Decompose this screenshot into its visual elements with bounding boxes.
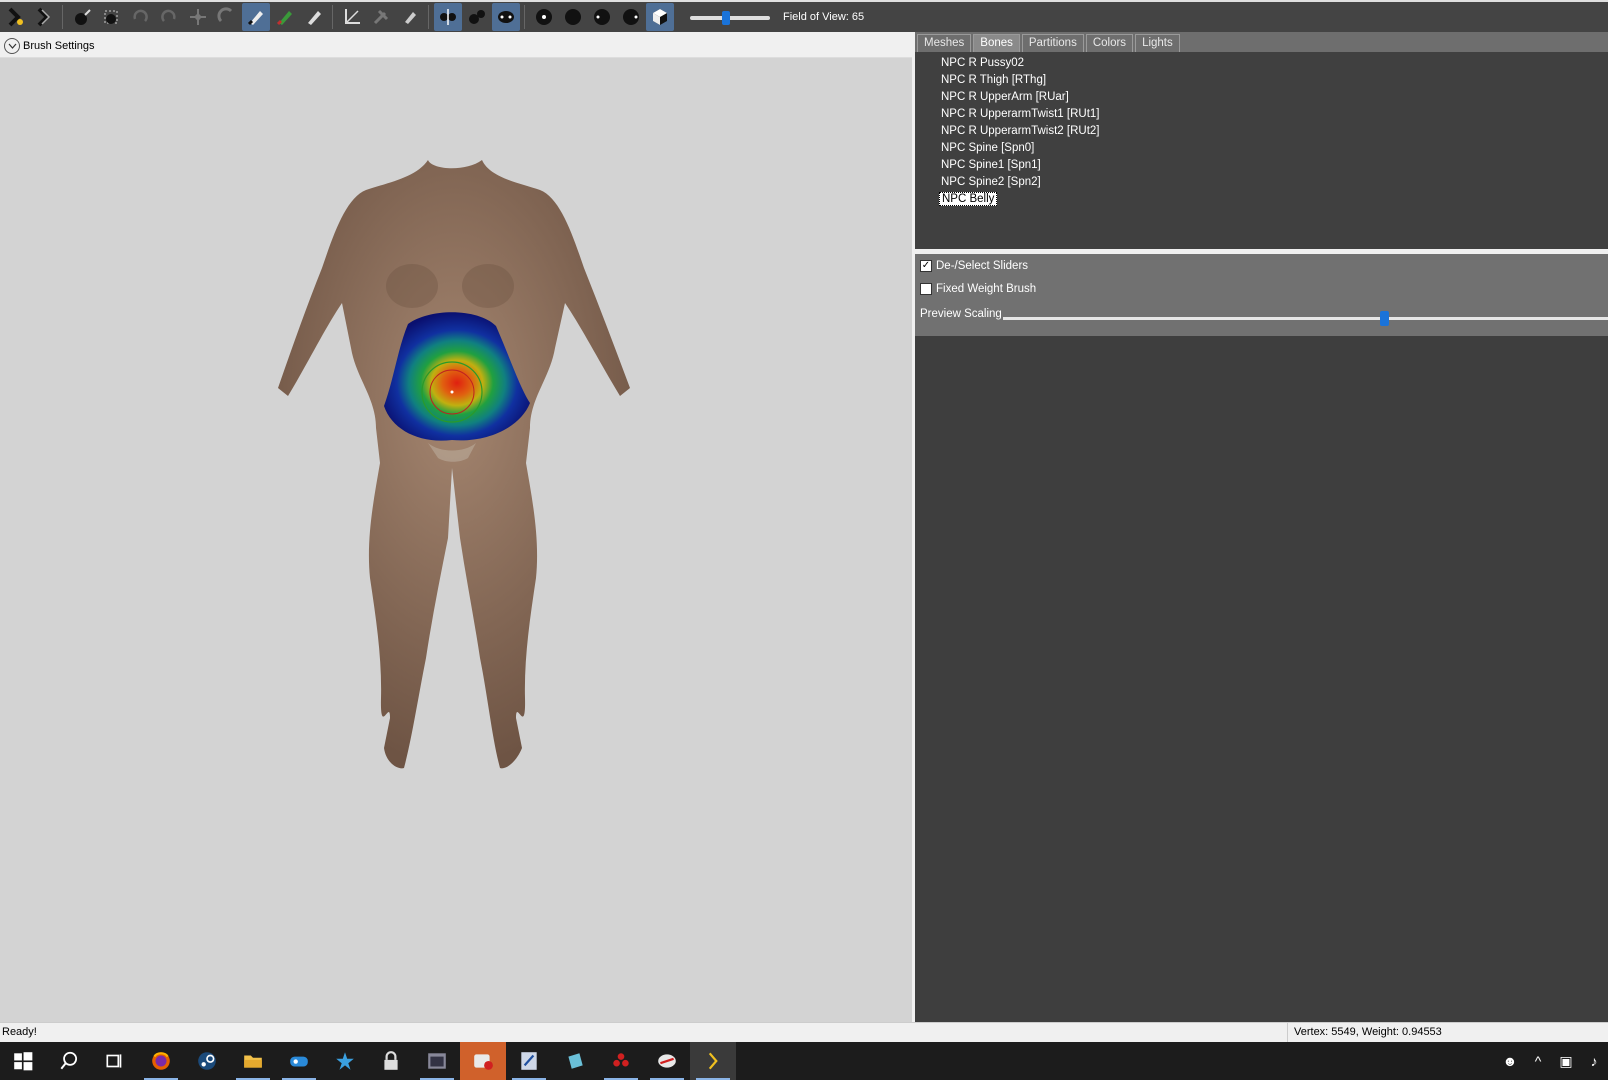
app-window-icon[interactable] (414, 1042, 460, 1080)
fov-slider-thumb[interactable] (722, 11, 730, 25)
fixed-weight-label: Fixed Weight Brush (936, 283, 1037, 295)
bone-label: NPC Spine [Spn0] (941, 142, 1035, 154)
fov-label: Field of View: 65 (783, 11, 865, 23)
preview-scaling-slider[interactable] (1003, 311, 1608, 326)
transform-tool-icon[interactable] (338, 3, 366, 31)
app-brain-icon[interactable] (644, 1042, 690, 1080)
brush-settings-toggle[interactable]: Brush Settings (0, 34, 912, 58)
show-cube-icon[interactable] (645, 3, 674, 31)
show-masks-icon[interactable] (617, 3, 645, 31)
color-brush-icon[interactable] (271, 3, 299, 31)
alpha-brush-icon[interactable] (300, 3, 328, 31)
main-toolbar: Field of View: 65 (0, 0, 1608, 32)
file-explorer-icon[interactable] (230, 1042, 276, 1080)
volume-icon[interactable]: ♪ (1580, 1042, 1608, 1080)
select-tool-icon[interactable] (68, 3, 96, 31)
redo-icon[interactable] (155, 3, 183, 31)
tab-meshes[interactable]: Meshes (917, 34, 972, 52)
toolbar-separator (428, 5, 429, 29)
fov-slider[interactable] (690, 11, 770, 25)
bone-item[interactable]: NPC Spine1 [Spn1] (915, 157, 1608, 174)
app-cube-icon[interactable] (552, 1042, 598, 1080)
bones-list[interactable]: NPC R Pussy02 NPC R Thigh [RThg] NPC R U… (915, 52, 1608, 249)
outfit-studio-logo-icon[interactable] (1, 3, 29, 31)
bone-label: NPC R UpperarmTwist1 [RUt1] (941, 108, 1100, 120)
chevron-down-icon (4, 37, 20, 54)
rotate-tool-icon[interactable] (213, 3, 241, 31)
preview-scaling-thumb[interactable] (1380, 311, 1390, 326)
bone-item[interactable]: NPC Spine2 [Spn2] (915, 174, 1608, 191)
windows-taskbar: ☻ ^ ▣ ♪ (0, 1042, 1608, 1080)
app-molecule-icon[interactable] (598, 1042, 644, 1080)
show-textures-icon[interactable] (588, 3, 616, 31)
reference-logo-icon[interactable] (30, 3, 58, 31)
bone-label: NPC R UpperarmTwist2 [RUt2] (941, 125, 1100, 137)
toolbar-separator (524, 5, 525, 29)
toolbar-separator (332, 5, 333, 29)
right-panel: Meshes Bones Partitions Colors Lights NP… (915, 32, 1608, 1022)
brush-options: ✓ De-/Select Sliders Fixed Weight Brush … (915, 254, 1608, 336)
app-blue-icon[interactable] (276, 1042, 322, 1080)
tab-bones[interactable]: Bones (973, 34, 1020, 52)
bone-label: NPC R Pussy02 (941, 57, 1025, 69)
system-tray: ☻ ^ ▣ ♪ (1496, 1042, 1608, 1080)
task-view-icon[interactable] (92, 1042, 138, 1080)
bone-label: NPC Spine2 [Spn2] (941, 176, 1041, 188)
show-wireframe-icon[interactable] (530, 3, 558, 31)
app-notification-icon[interactable] (460, 1042, 506, 1080)
status-bar: Ready! Vertex: 5549, Weight: 0.94553 (0, 1022, 1608, 1043)
outfit-studio-taskbar-icon[interactable] (690, 1042, 736, 1080)
preview-scaling-label: Preview Scaling (920, 308, 1002, 320)
bone-label: NPC R Thigh [RThg] (941, 74, 1047, 86)
app-editor-icon[interactable] (506, 1042, 552, 1080)
global-brush-icon[interactable] (491, 3, 520, 31)
bone-item[interactable]: NPC R UpperArm [RUar] (915, 89, 1608, 106)
deselect-sliders-row[interactable]: ✓ De-/Select Sliders (920, 260, 1028, 272)
search-icon[interactable] (46, 1042, 92, 1080)
show-lighting-icon[interactable] (559, 3, 587, 31)
bone-item[interactable]: NPC Spine [Spn0] (915, 140, 1608, 157)
bone-label: NPC R UpperArm [RUar] (941, 91, 1069, 103)
toolbar-separator (62, 5, 63, 29)
connected-only-icon[interactable] (463, 3, 491, 31)
fixed-weight-checkbox[interactable] (920, 283, 932, 295)
bone-item[interactable]: NPC R UpperarmTwist1 [RUt1] (915, 106, 1608, 123)
undo-icon[interactable] (126, 3, 154, 31)
move-tool-icon[interactable] (184, 3, 212, 31)
tab-lights[interactable]: Lights (1135, 34, 1180, 52)
fixed-weight-row[interactable]: Fixed Weight Brush (920, 283, 1036, 295)
app-star-icon[interactable] (322, 1042, 368, 1080)
steam-icon[interactable] (184, 1042, 230, 1080)
chevron-up-icon[interactable]: ^ (1524, 1042, 1552, 1080)
mask-tool-icon[interactable] (97, 3, 125, 31)
tab-colors[interactable]: Colors (1085, 34, 1134, 52)
weight-brush-icon[interactable] (241, 3, 270, 31)
network-icon[interactable]: ▣ (1552, 1042, 1580, 1080)
firefox-icon[interactable] (138, 1042, 184, 1080)
bone-item[interactable]: NPC R Thigh [RThg] (915, 72, 1608, 89)
deselect-sliders-label: De-/Select Sliders (936, 260, 1029, 272)
bone-item[interactable]: NPC R UpperarmTwist2 [RUt2] (915, 123, 1608, 140)
bone-item[interactable]: NPC R Pussy02 (915, 55, 1608, 72)
vertex-weight-readout: Vertex: 5549, Weight: 0.94553 (1287, 1023, 1608, 1043)
pivot-tool-icon[interactable] (367, 3, 395, 31)
panel-tabs: Meshes Bones Partitions Colors Lights (915, 32, 1608, 52)
3d-viewport[interactable] (0, 58, 912, 1022)
lock-icon[interactable] (368, 1042, 414, 1080)
body-mesh (278, 160, 630, 769)
bone-label: NPC Spine1 [Spn1] (941, 159, 1041, 171)
deselect-sliders-checkbox[interactable]: ✓ (920, 260, 932, 272)
bone-item-selected[interactable]: NPC Belly (915, 191, 1608, 208)
x-mirror-icon[interactable] (433, 3, 462, 31)
brush-settings-label: Brush Settings (23, 39, 95, 52)
status-text: Ready! (2, 1026, 37, 1038)
people-icon[interactable]: ☻ (1496, 1042, 1524, 1080)
windows-start-icon[interactable] (0, 1042, 46, 1080)
tab-partitions[interactable]: Partitions (1021, 34, 1084, 52)
selected-bone-label: NPC Belly (939, 192, 998, 206)
vertex-edit-icon[interactable] (396, 3, 424, 31)
